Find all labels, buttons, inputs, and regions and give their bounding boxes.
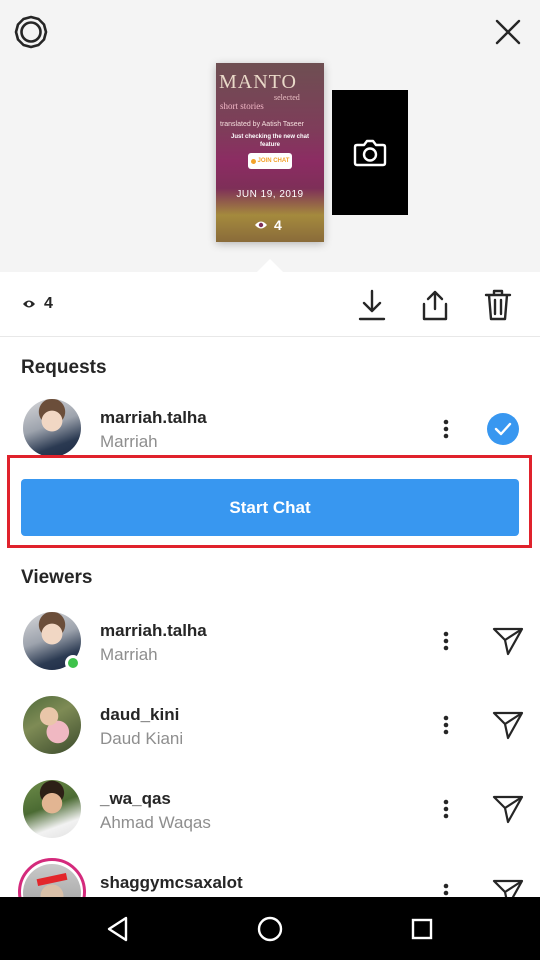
more-vertical-icon <box>443 419 449 439</box>
sticker-dot-icon <box>250 158 256 164</box>
story-view-count-value: 4 <box>274 217 282 233</box>
send-message-button[interactable] <box>490 707 526 743</box>
eye-icon <box>23 300 35 308</box>
viewer-fullname: Marriah <box>100 645 158 664</box>
settings-button[interactable] <box>13 14 49 50</box>
avatar[interactable] <box>23 780 81 838</box>
viewer-username: marriah.talha <box>100 621 207 640</box>
viewer-fullname: Ahmad Waqas <box>100 813 211 832</box>
viewer-row[interactable]: daud_kini Daud Kiani <box>0 689 540 761</box>
story-action-bar: 4 <box>0 273 540 337</box>
viewer-row[interactable]: marriah.talha Marriah <box>0 605 540 677</box>
book-subtitle-text: selected <box>274 93 300 102</box>
viewer-row[interactable]: _wa_qas Ahmad Waqas <box>0 773 540 845</box>
book-subtitle-text: short stories <box>220 101 264 111</box>
request-username: marriah.talha <box>100 408 207 427</box>
join-chat-sticker: JOIN CHAT <box>248 153 292 169</box>
send-message-button[interactable] <box>490 623 526 659</box>
close-button[interactable] <box>490 14 526 50</box>
more-options-button[interactable] <box>434 625 458 657</box>
more-options-button[interactable] <box>434 413 458 445</box>
more-vertical-icon <box>443 799 449 819</box>
download-icon <box>358 289 386 321</box>
back-triangle-icon <box>107 916 128 942</box>
viewers-section-title: Viewers <box>21 567 93 588</box>
add-story-camera-tile[interactable] <box>332 90 408 215</box>
book-translator-text: translated by Aatish Taseer <box>220 121 304 128</box>
checkmark-icon <box>494 422 512 436</box>
download-button[interactable] <box>356 287 388 323</box>
home-button[interactable] <box>252 911 288 947</box>
request-row[interactable]: marriah.talha Marriah <box>0 392 540 464</box>
home-circle-icon <box>257 916 283 942</box>
trash-icon <box>484 289 512 321</box>
viewer-username: _wa_qas <box>100 789 171 808</box>
viewer-username: daud_kini <box>100 705 180 724</box>
eye-icon <box>255 221 267 229</box>
story-caption: Just checking the new chat feature <box>230 134 310 148</box>
share-icon <box>422 290 448 321</box>
start-chat-button[interactable]: Start Chat <box>21 479 519 536</box>
direct-send-icon <box>492 711 524 740</box>
recents-square-icon <box>411 918 433 940</box>
avatar-overlay <box>36 872 68 887</box>
back-button[interactable] <box>100 911 136 947</box>
story-view-count: 4 <box>254 217 282 233</box>
direct-send-icon <box>492 795 524 824</box>
sticker-label: JOIN CHAT <box>257 158 290 164</box>
requests-section-title: Requests <box>21 357 107 378</box>
gear-icon <box>14 15 48 49</box>
more-vertical-icon <box>443 715 449 735</box>
more-options-button[interactable] <box>434 793 458 825</box>
online-status-dot <box>65 655 81 671</box>
view-count-value: 4 <box>44 295 53 312</box>
delete-button[interactable] <box>482 287 514 323</box>
story-preview-area: MANTO selected short stories translated … <box>0 0 540 273</box>
more-vertical-icon <box>443 631 449 651</box>
more-options-button[interactable] <box>434 709 458 741</box>
camera-icon <box>353 139 387 166</box>
view-count: 4 <box>22 295 53 313</box>
avatar[interactable] <box>23 399 81 457</box>
request-fullname: Marriah <box>100 432 158 451</box>
selected-story-pointer <box>256 259 284 273</box>
avatar[interactable] <box>23 696 81 754</box>
send-message-button[interactable] <box>490 791 526 827</box>
story-thumbnail[interactable]: MANTO selected short stories translated … <box>216 63 324 242</box>
request-selected-checkbox[interactable] <box>487 413 519 445</box>
story-date: JUN 19, 2019 <box>236 189 304 200</box>
close-icon <box>495 19 521 45</box>
system-navigation-bar <box>0 897 540 960</box>
viewer-username: shaggymcsaxalot <box>100 873 243 892</box>
recents-button[interactable] <box>404 911 440 947</box>
direct-send-icon <box>492 627 524 656</box>
book-title-text: MANTO <box>219 71 297 93</box>
viewer-fullname: Daud Kiani <box>100 729 184 748</box>
share-button[interactable] <box>419 287 451 323</box>
